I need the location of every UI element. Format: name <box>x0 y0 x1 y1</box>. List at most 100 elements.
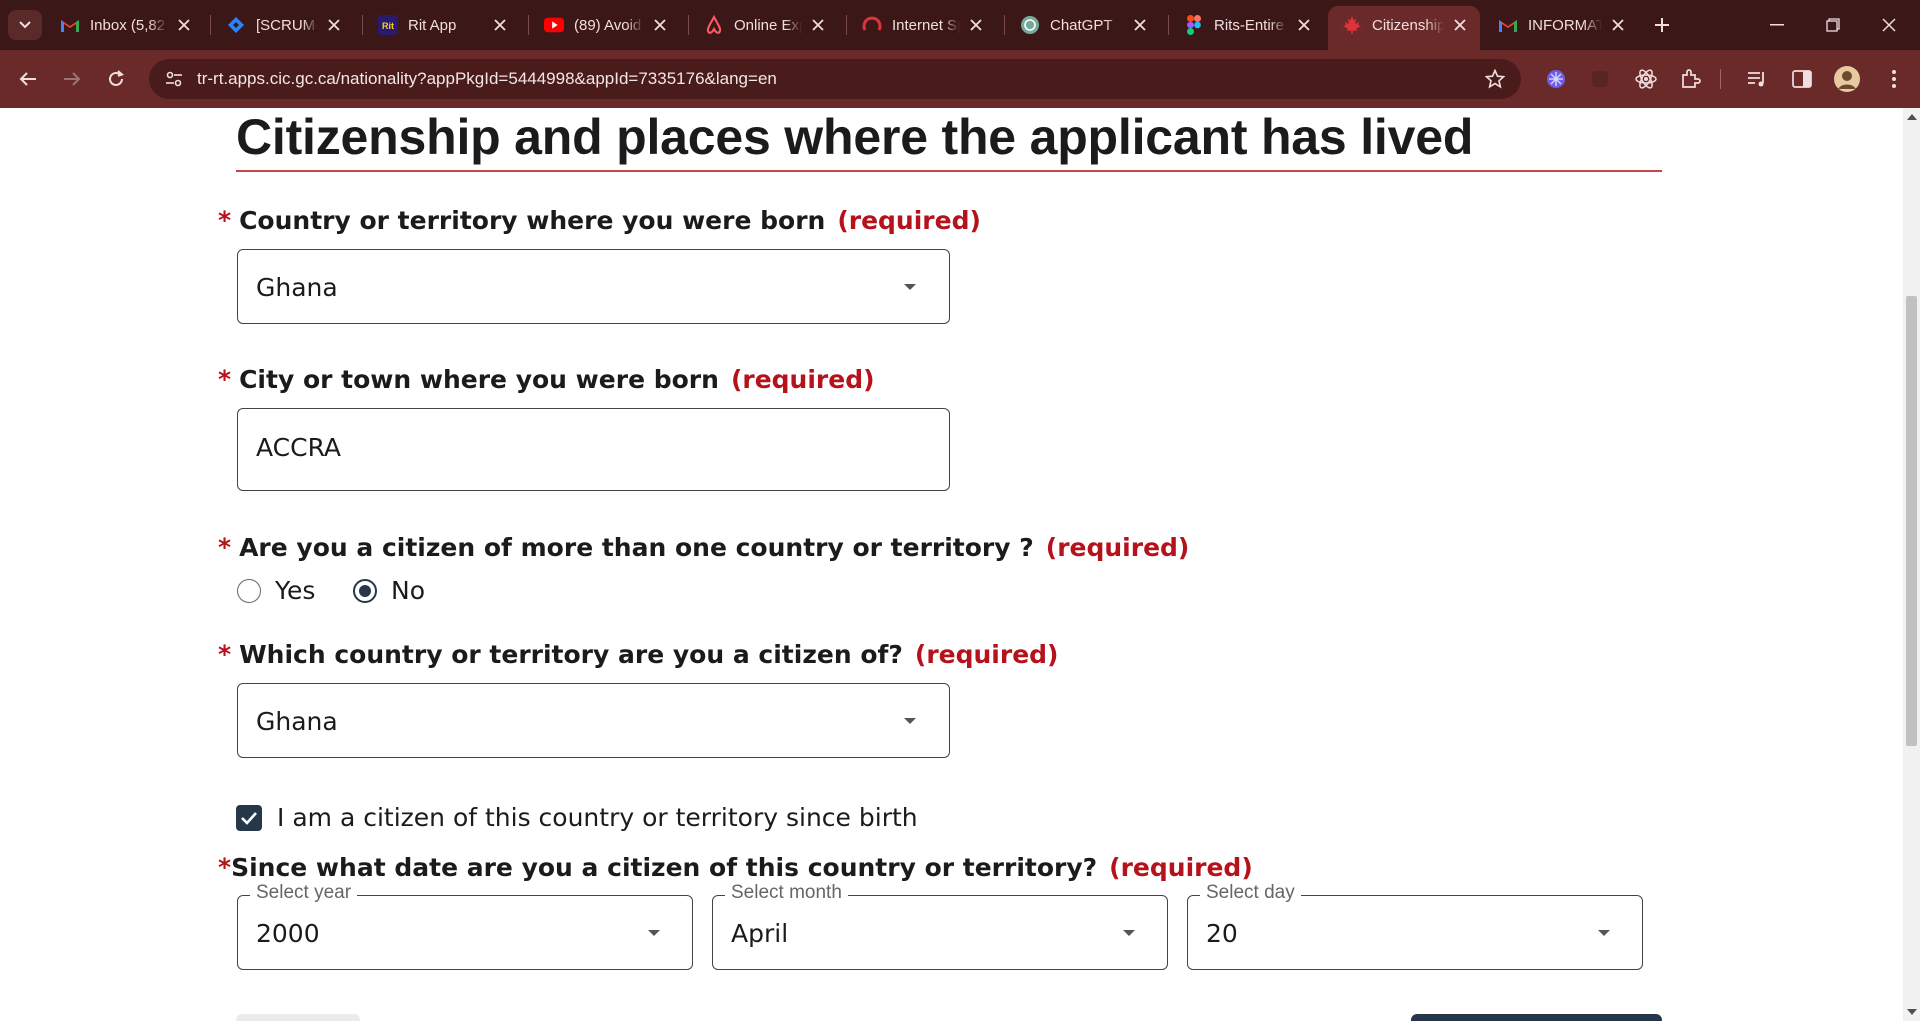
tab-title: Internet Sp <box>892 16 960 34</box>
since-day-select[interactable]: Select day 20 <box>1187 882 1643 970</box>
gmail-icon <box>60 15 80 35</box>
tab-airbnb[interactable]: Online Exp <box>690 6 838 44</box>
tab-youtube[interactable]: (89) Avoid <box>530 6 680 44</box>
multi-citizen-label-text: Are you a citizen of more than one count… <box>239 533 1034 562</box>
birth-city-input[interactable]: ACCRA <box>237 408 950 491</box>
title-underline <box>236 170 1662 172</box>
tab-title: [SCRUM-8 <box>256 16 318 34</box>
required-text: (required) <box>837 206 981 235</box>
extensions-puzzle-icon[interactable] <box>1677 65 1705 93</box>
close-window-button[interactable] <box>1866 8 1912 42</box>
tab-title: Inbox (5,82 <box>90 16 166 34</box>
radio-circle-checked[interactable] <box>353 578 377 603</box>
citizen-of-label-text: Which country or territory are you a cit… <box>239 640 903 669</box>
year-select-legend: Select year <box>250 882 358 904</box>
speedtest-icon <box>862 15 882 35</box>
tab-citizenship-active[interactable]: Citizenship <box>1328 6 1480 50</box>
reload-icon <box>109 70 124 86</box>
close-tab-icon[interactable] <box>490 15 510 35</box>
radio-yes[interactable]: Yes <box>237 576 315 605</box>
tab-speedtest[interactable]: Internet Sp <box>848 6 996 44</box>
profile-avatar[interactable] <box>1833 65 1861 93</box>
tab-separator <box>1168 15 1169 35</box>
arrow-right-icon <box>64 72 81 86</box>
tab-title: Rits-Entire <box>1214 16 1285 34</box>
citizen-of-select[interactable]: Ghana <box>237 683 950 758</box>
site-info-icon[interactable] <box>161 66 187 92</box>
secondary-button[interactable] <box>236 1014 360 1021</box>
tab-separator <box>210 15 211 35</box>
citizen-of-label: * Which country or territory are you a ci… <box>218 640 1058 669</box>
jira-icon <box>226 15 246 35</box>
reload-button[interactable] <box>100 63 132 95</box>
close-tab-icon[interactable] <box>808 15 828 35</box>
address-bar[interactable]: tr-rt.apps.cic.gc.ca/nationality?appPkgI… <box>149 59 1521 99</box>
dropdown-caret-icon <box>1598 930 1610 936</box>
tab-figma[interactable]: Rits-Entire <box>1170 6 1324 44</box>
since-year-select[interactable]: Select year 2000 <box>237 882 693 970</box>
close-tab-icon[interactable] <box>650 15 670 35</box>
extension-sparkle-icon[interactable] <box>1542 65 1570 93</box>
multi-citizen-label: * Are you a citizen of more than one coun… <box>218 533 1189 562</box>
required-asterisk: * <box>218 640 232 669</box>
birth-city-label: * City or town where you were born (requir… <box>218 365 875 394</box>
since-date-label-text: Since what date are you a citizen of thi… <box>231 853 1098 882</box>
media-control-icon[interactable] <box>1743 65 1771 93</box>
airbnb-icon <box>704 15 724 35</box>
tab-search-button[interactable] <box>8 10 42 40</box>
close-tab-icon[interactable] <box>174 15 194 35</box>
scroll-down-arrow-icon[interactable] <box>1907 1009 1917 1015</box>
back-button[interactable] <box>12 63 44 95</box>
required-text: (required) <box>1109 853 1253 882</box>
scroll-up-arrow-icon[interactable] <box>1907 114 1917 120</box>
close-tab-icon[interactable] <box>1130 15 1150 35</box>
tab-gmail-inbox[interactable]: Inbox (5,82 <box>46 6 204 44</box>
browser-menu-icon[interactable] <box>1880 65 1908 93</box>
tab-gmail-information[interactable]: INFORMAT <box>1484 6 1638 44</box>
new-tab-button[interactable] <box>1647 11 1677 39</box>
required-asterisk: * <box>218 533 232 562</box>
close-tab-icon[interactable] <box>966 15 986 35</box>
tab-title: INFORMAT <box>1528 16 1602 34</box>
primary-button[interactable] <box>1411 1014 1662 1021</box>
react-devtools-icon[interactable] <box>1632 65 1660 93</box>
since-day-value: 20 <box>1206 919 1238 948</box>
minimize-window-button[interactable] <box>1754 8 1800 42</box>
radio-circle[interactable] <box>237 578 261 603</box>
close-tab-icon[interactable] <box>1608 15 1628 35</box>
extension-dark-icon[interactable] <box>1586 65 1614 93</box>
browser-tab-strip: Inbox (5,82 [SCRUM-8 Rit Rit App (89) Av… <box>0 0 1920 50</box>
radio-no[interactable]: No <box>353 576 425 605</box>
arrow-left-icon <box>19 72 36 86</box>
restore-window-button[interactable] <box>1810 8 1856 42</box>
side-panel-icon[interactable] <box>1788 65 1816 93</box>
since-date-label: *Since what date are you a citizen of th… <box>218 853 1253 882</box>
close-tab-icon[interactable] <box>1450 15 1470 35</box>
dropdown-caret-icon <box>904 718 916 724</box>
close-tab-icon[interactable] <box>1294 15 1314 35</box>
tab-jira[interactable]: [SCRUM-8 <box>212 6 354 44</box>
svg-text:Rit: Rit <box>382 21 394 31</box>
page-content: Citizenship and places where the applica… <box>0 108 1903 1021</box>
birth-country-select[interactable]: Ghana <box>237 249 950 324</box>
since-month-value: April <box>731 919 789 948</box>
scrollbar-thumb[interactable] <box>1906 296 1917 746</box>
chevron-down-icon <box>19 21 31 29</box>
radio-no-label: No <box>391 576 425 605</box>
close-tab-icon[interactable] <box>324 15 344 35</box>
birth-country-label-text: Country or territory where you were born <box>239 206 826 235</box>
birth-city-label-text: City or town where you were born <box>239 365 719 394</box>
bookmark-star-icon[interactable] <box>1483 67 1507 91</box>
tab-chatgpt[interactable]: ChatGPT <box>1006 6 1160 44</box>
since-month-select[interactable]: Select month April <box>712 882 1168 970</box>
tab-separator <box>1004 15 1005 35</box>
page-scrollbar[interactable] <box>1903 108 1920 1021</box>
required-asterisk: * <box>218 365 232 394</box>
since-birth-checkbox[interactable] <box>236 805 262 831</box>
checkmark-icon <box>241 812 257 825</box>
figma-icon <box>1184 15 1204 35</box>
tab-title: Rit App <box>408 16 457 34</box>
forward-button[interactable] <box>56 63 88 95</box>
tab-separator <box>688 15 689 35</box>
tab-rit-app[interactable]: Rit Rit App <box>364 6 520 44</box>
